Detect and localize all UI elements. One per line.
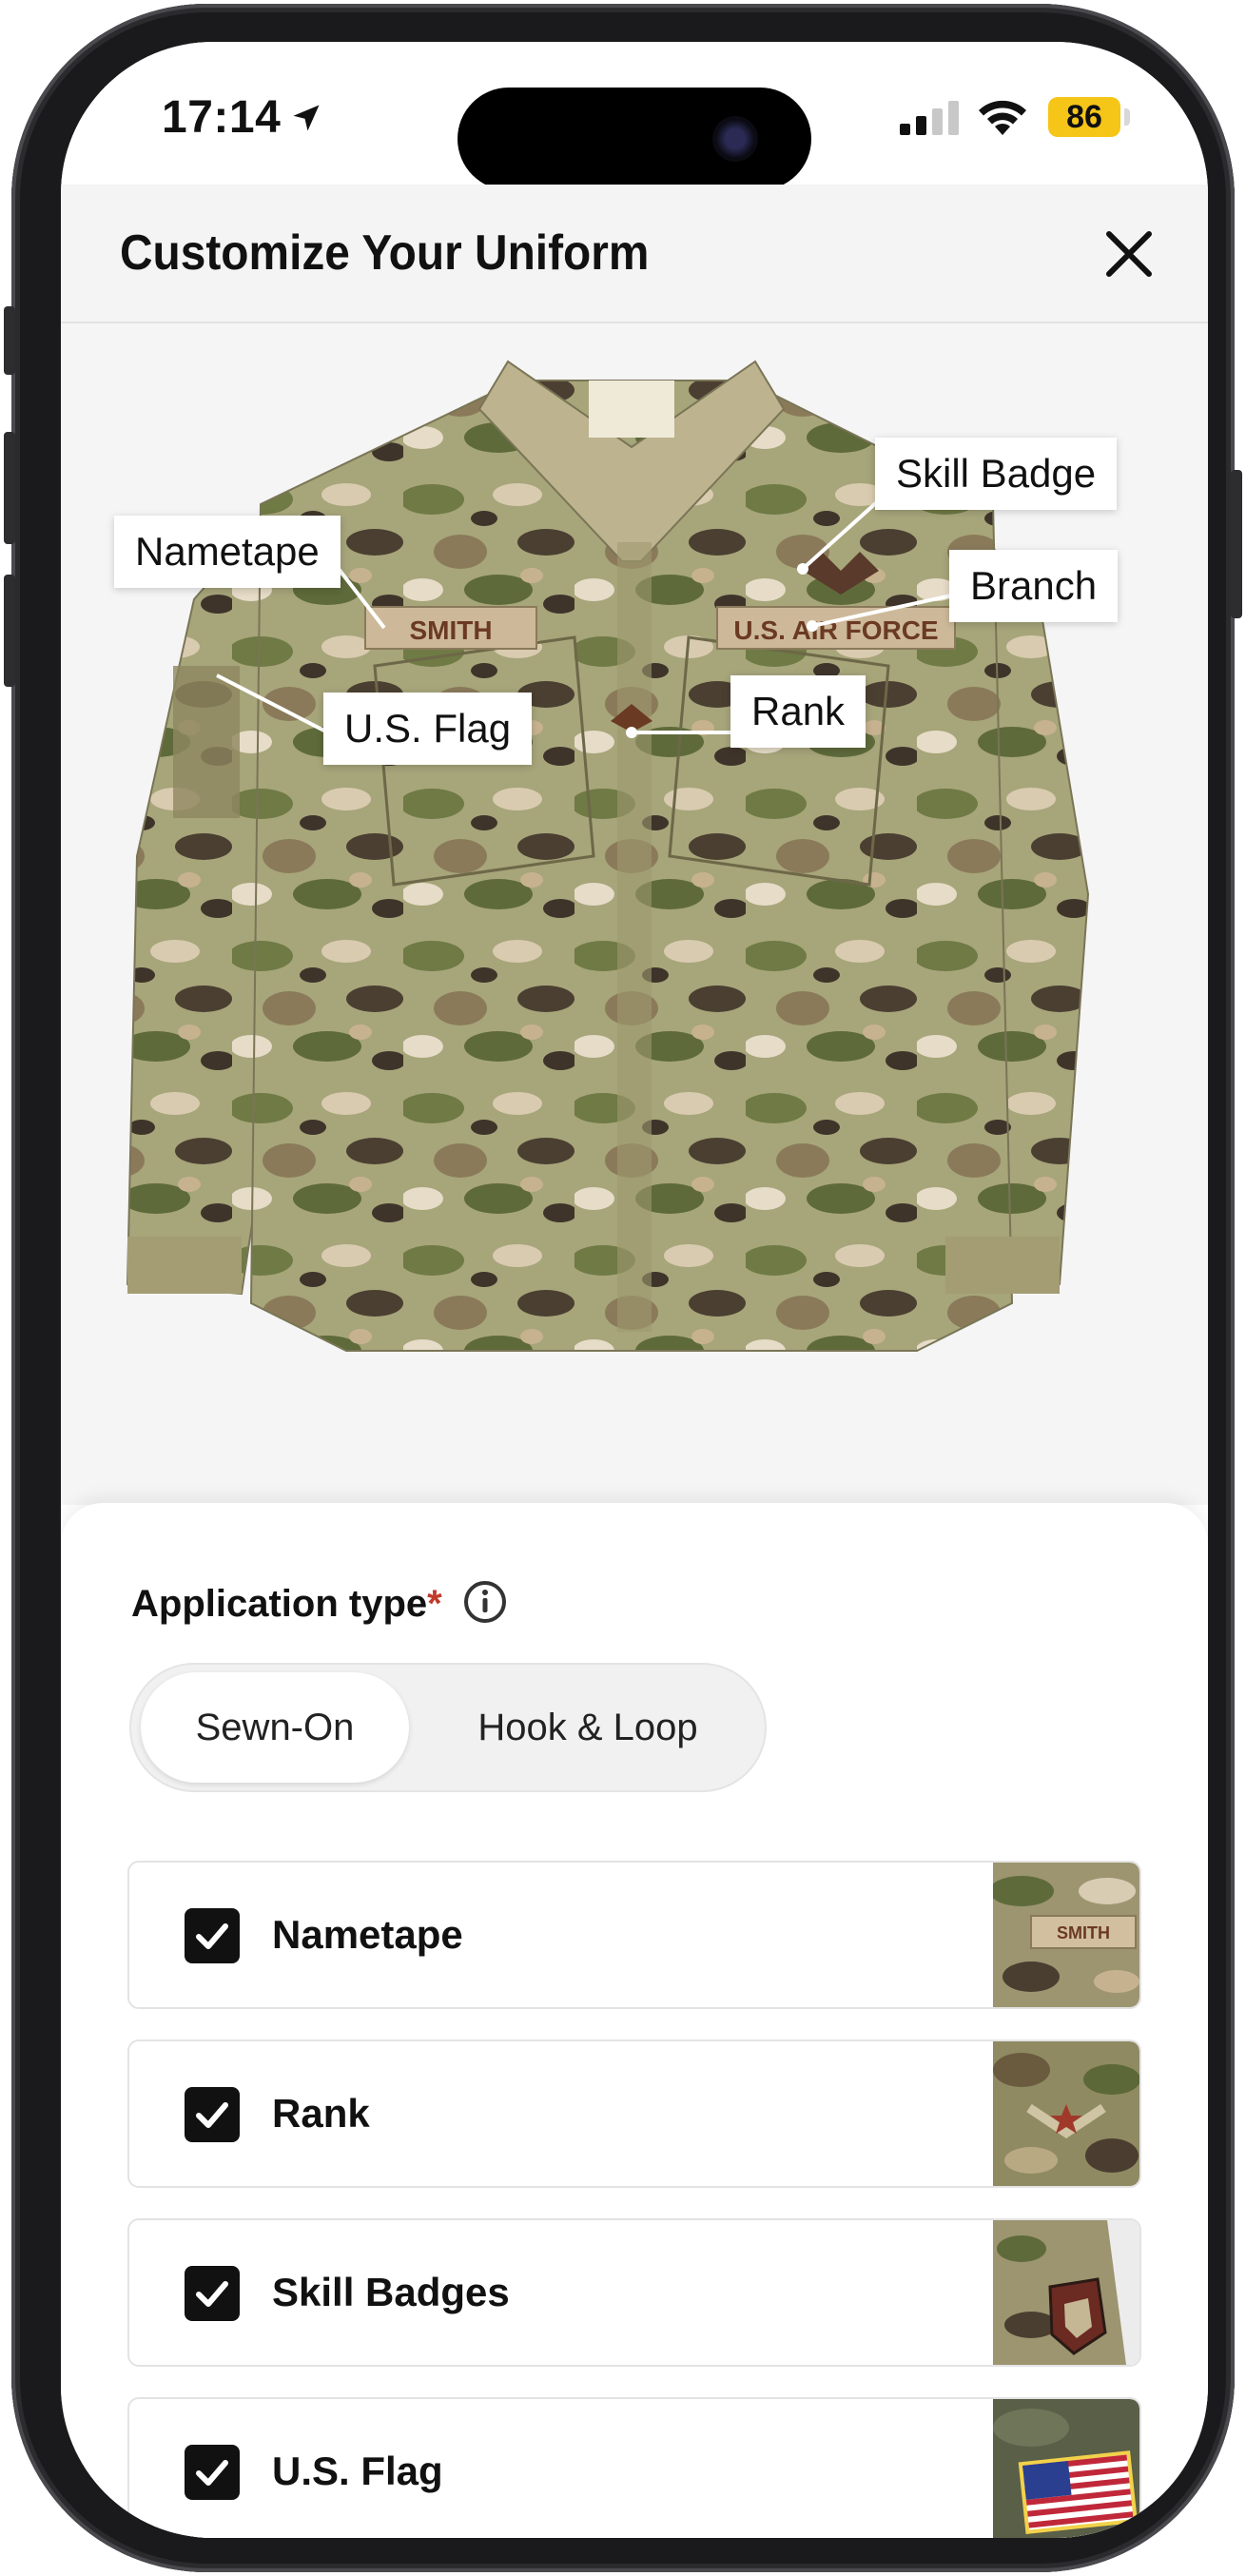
uniform-preview: SMITH U.S. AIR FORCE Skill Badge Nametap… (61, 323, 1208, 1505)
callout-rank[interactable]: Rank (730, 675, 866, 748)
app-screen: 17:14 86 Customize Your Uniform SMITH U.… (61, 42, 1208, 2538)
location-arrow-icon (293, 105, 320, 131)
action-button (4, 306, 15, 375)
status-time: 17:14 (162, 92, 282, 143)
checkmark-icon (196, 1923, 228, 1949)
battery-indicator: 86 (1048, 97, 1120, 137)
callout-branch[interactable]: Branch (949, 550, 1119, 622)
customization-sheet: Application type* Sewn-On Hook & Loop Na… (61, 1503, 1208, 2538)
branch-tape-text: U.S. AIR FORCE (733, 615, 938, 645)
skill-badges-checkbox[interactable] (185, 2266, 240, 2321)
info-icon[interactable] (462, 1579, 508, 1625)
segment-sewn-on[interactable]: Sewn-On (141, 1672, 409, 1783)
us-flag-checkbox[interactable] (185, 2445, 240, 2500)
dynamic-island (458, 88, 811, 190)
checkmark-icon (196, 2460, 228, 2486)
checkmark-icon (196, 2281, 228, 2307)
skill-badges-thumbnail (993, 2220, 1139, 2365)
nametape-thumbnail: SMITH (993, 1863, 1139, 2007)
option-row-nametape[interactable]: Nametape SMITH (127, 1861, 1141, 2009)
required-mark: * (427, 1583, 442, 1625)
cellular-signal-icon (900, 101, 959, 135)
option-row-rank[interactable]: Rank (127, 2039, 1141, 2188)
us-flag-thumbnail (993, 2399, 1139, 2538)
callout-us-flag[interactable]: U.S. Flag (323, 693, 533, 765)
nametape-checkbox[interactable] (185, 1908, 240, 1963)
modal-header: Customize Your Uniform (61, 185, 1208, 323)
rank-checkbox[interactable] (185, 2087, 240, 2142)
application-type-text: Application type (131, 1583, 428, 1625)
patch-options-list: Nametape SMITH Rank Skill Badges U.S. Fl… (127, 1861, 1141, 2538)
close-icon[interactable] (1098, 223, 1160, 285)
option-label: Skill Badges (272, 2270, 510, 2314)
rank-thumbnail (993, 2041, 1139, 2186)
phone-frame: 17:14 86 Customize Your Uniform SMITH U.… (4, 4, 1242, 2572)
callout-nametape[interactable]: Nametape (114, 516, 341, 588)
segment-hook-and-loop[interactable]: Hook & Loop (417, 1672, 759, 1783)
option-label: Nametape (272, 1912, 463, 1957)
nametape-text: SMITH (409, 615, 492, 645)
battery-cap (1124, 108, 1130, 126)
option-row-us-flag[interactable]: U.S. Flag (127, 2397, 1141, 2538)
checkmark-icon (196, 2102, 228, 2128)
power-button (1231, 470, 1242, 618)
option-row-skill-badges[interactable]: Skill Badges (127, 2218, 1141, 2367)
application-type-segmented-control: Sewn-On Hook & Loop (129, 1663, 767, 1792)
wifi-icon (979, 100, 1026, 135)
status-bar: 17:14 86 (61, 42, 1208, 190)
camera-icon (712, 116, 758, 162)
page-title: Customize Your Uniform (120, 225, 650, 281)
callout-skill-badge[interactable]: Skill Badge (875, 438, 1118, 510)
application-type-label: Application type* (131, 1583, 442, 1626)
volume-down-button (4, 575, 15, 687)
option-label: Rank (272, 2091, 370, 2136)
volume-up-button (4, 432, 15, 544)
nametape-thumb-text: SMITH (1057, 1923, 1110, 1942)
option-label: U.S. Flag (272, 2449, 443, 2493)
